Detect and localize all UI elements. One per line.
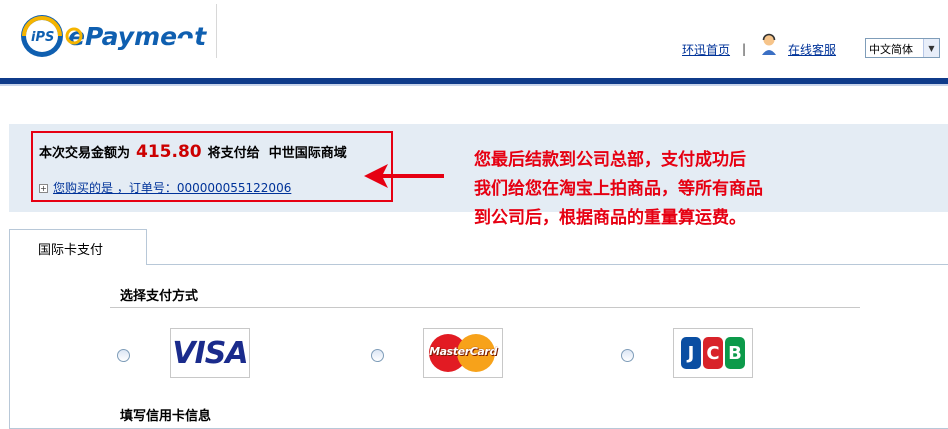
amount-value: 415.80 — [136, 142, 202, 162]
notice-line-1: 您最后结款到公司总部，支付成功后 — [474, 150, 746, 170]
jcb-radio[interactable] — [621, 349, 634, 362]
jcb-logo: J C B — [681, 337, 745, 369]
jcb-letter-c: C — [703, 337, 723, 369]
logo-divider — [216, 4, 217, 58]
support-agent-icon — [760, 32, 778, 59]
chevron-down-icon[interactable]: ▼ — [923, 39, 939, 57]
notice-line-2: 我们给您在淘宝上拍商品，等所有商品 — [474, 179, 763, 199]
section-divider — [110, 307, 860, 308]
link-separator: | — [742, 42, 747, 56]
order-line: + 您购买的是 ，订单号：000000055122006 — [39, 179, 291, 196]
mastercard-card-logo[interactable]: MasterCard — [423, 328, 503, 378]
jcb-letter-b: B — [725, 337, 745, 369]
visa-logo-text: VISA — [172, 335, 248, 371]
order-detail-link[interactable]: 您购买的是 ，订单号：000000055122006 — [53, 181, 291, 195]
language-select-value: 中文简体 — [869, 43, 913, 56]
home-link[interactable]: 环迅首页 — [682, 41, 730, 58]
mastercard-logo-text: MasterCard — [429, 345, 497, 358]
card-info-title: 填写信用卡信息 — [120, 409, 212, 424]
jcb-card-logo[interactable]: J C B — [673, 328, 753, 378]
select-method-title: 选择支付方式 — [120, 289, 199, 304]
notice-text: 您最后结款到公司总部，支付成功后 我们给您在淘宝上拍商品，等所有商品 到公司后，… — [474, 146, 914, 233]
visa-radio[interactable] — [117, 349, 130, 362]
top-links: 环迅首页 | 在线客服 中文简体 ▼ — [648, 33, 948, 60]
merchant-name: 中世国际商域 — [268, 146, 347, 161]
ips-epayment-logo[interactable]: iPS ePaymeᴖt — [18, 12, 218, 60]
svg-text:ePaymeᴖt: ePaymeᴖt — [68, 22, 207, 51]
mastercard-radio[interactable] — [371, 349, 384, 362]
header: iPS ePaymeᴖt 环迅首页 | 在线客服 中文简体 ▼ — [0, 0, 948, 78]
notice-line-3: 到公司后，根据商品的重量算运费。 — [474, 208, 746, 228]
amount-label: 本次交易金额为 — [39, 146, 131, 161]
mastercard-logo: MasterCard — [425, 333, 501, 373]
language-select[interactable]: 中文简体 ▼ — [865, 38, 940, 58]
tab-international-card[interactable]: 国际卡支付 — [9, 229, 147, 265]
arrow-left-icon — [364, 164, 444, 188]
expand-plus-icon[interactable]: + — [39, 184, 48, 193]
support-link[interactable]: 在线客服 — [788, 41, 836, 58]
pay-to-label: 将支付给 — [207, 146, 260, 161]
amount-line: 本次交易金额为 415.80 将支付给 中世国际商域 — [39, 142, 347, 162]
jcb-letter-j: J — [681, 337, 701, 369]
header-light-bar — [0, 84, 948, 86]
visa-card-logo[interactable]: VISA — [170, 328, 250, 378]
svg-text:iPS: iPS — [31, 30, 54, 45]
